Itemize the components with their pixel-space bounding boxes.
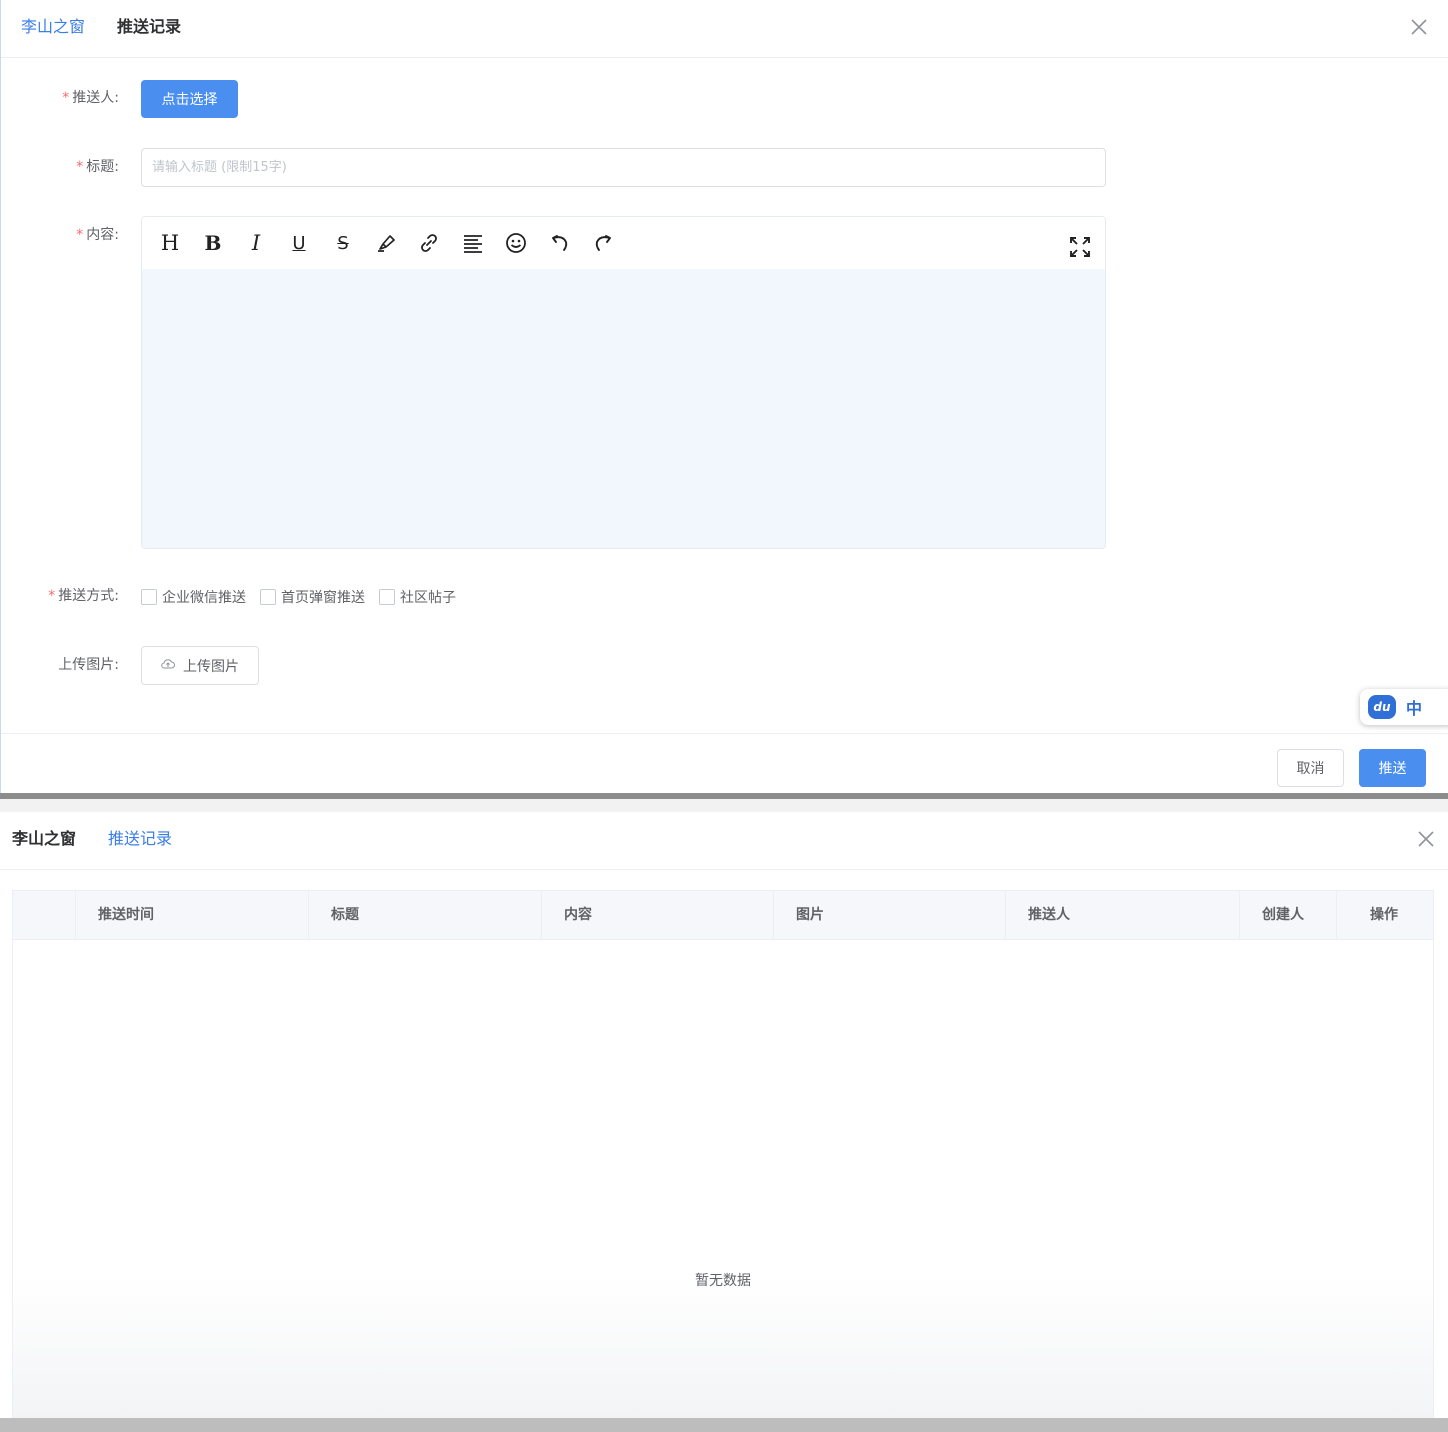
dialog-header: 李山之窗 推送记录 [1,0,1448,58]
content-label-text: 内容: [86,227,119,243]
undo-icon[interactable] [546,229,574,257]
column-header-actions: 操作 [1336,891,1433,939]
checkbox-community-post[interactable]: 社区帖子 [379,587,456,607]
push-button[interactable]: 推送 [1359,749,1426,787]
screenshot-separator [0,793,1448,812]
dialog-header: 李山之窗 推送记录 [0,812,1448,870]
ime-toolbar[interactable]: du 中 [1360,689,1448,725]
cloud-upload-icon [161,658,175,674]
push-form-dialog: 李山之窗 推送记录 *推送人: 点击选择 *标题: *内容: H B I U S [0,0,1448,793]
checkbox-box[interactable] [141,589,157,605]
tab-lishan-window[interactable]: 李山之窗 [21,16,85,38]
heading-icon[interactable]: H [156,229,184,257]
checkbox-label: 社区帖子 [400,590,456,606]
checkbox-box[interactable] [260,589,276,605]
checkbox-wechat-work-push[interactable]: 企业微信推送 [141,587,246,607]
upload-image-button[interactable]: 上传图片 [141,646,259,685]
underline-icon[interactable]: U [285,229,313,257]
redo-icon[interactable] [589,229,617,257]
highlight-pen-icon[interactable] [372,229,400,257]
empty-state-text: 暂无数据 [695,1273,751,1289]
close-icon[interactable] [1408,16,1430,38]
upload-label: 上传图片: [58,657,119,673]
baidu-ime-logo-icon[interactable]: du [1368,695,1396,719]
required-mark: * [48,588,56,604]
table-header: 推送时间 标题 内容 图片 推送人 创建人 操作 [13,891,1433,940]
checkbox-label: 首页弹窗推送 [281,590,365,606]
link-icon[interactable] [415,229,443,257]
required-mark: * [62,90,70,106]
title-label: * 标题: [1,157,119,177]
push-method-checkbox-group: 企业微信推送 首页弹窗推送 社区帖子 [141,586,470,608]
title-input[interactable] [141,148,1106,187]
ime-language-toggle[interactable]: 中 [1406,695,1422,719]
editor-content-area[interactable] [142,269,1105,548]
column-header-select [13,891,75,939]
column-header-title: 标题 [308,891,541,939]
rich-text-editor: H B I U S [141,216,1106,549]
column-header-image: 图片 [773,891,1005,939]
tab-push-records[interactable]: 推送记录 [117,16,181,38]
checkbox-label: 企业微信推送 [162,590,246,606]
checkbox-box[interactable] [379,589,395,605]
table-body: 暂无数据 [13,940,1433,1418]
push-records-table: 推送时间 标题 内容 图片 推送人 创建人 操作 暂无数据 [12,890,1434,1418]
title-label-text: 标题: [86,159,119,175]
column-header-push-time: 推送时间 [75,891,308,939]
column-header-creator: 创建人 [1239,891,1336,939]
bold-icon[interactable]: B [199,229,227,257]
tab-lishan-window[interactable]: 李山之窗 [12,828,76,850]
upload-button-label: 上传图片 [183,658,239,675]
checkbox-homepage-popup-push[interactable]: 首页弹窗推送 [260,587,365,607]
background-strip [0,1418,1448,1432]
tab-push-records[interactable]: 推送记录 [108,828,172,850]
strikethrough-icon[interactable]: S [329,229,357,257]
pusher-label: * 推送人: [1,88,119,108]
column-header-content: 内容 [541,891,773,939]
push-method-label: * 推送方式: [1,586,119,606]
select-pusher-button[interactable]: 点击选择 [141,80,238,118]
content-label: * 内容: [1,225,119,245]
italic-icon[interactable]: I [242,229,270,257]
fullscreen-icon[interactable] [1066,233,1094,261]
emoji-icon[interactable] [502,229,530,257]
pusher-label-text: 推送人: [72,90,119,106]
cancel-button[interactable]: 取消 [1277,749,1344,787]
footer-divider [1,733,1448,734]
close-icon[interactable] [1415,828,1437,850]
required-mark: * [76,159,84,175]
column-header-pusher: 推送人 [1005,891,1239,939]
push-records-dialog: 李山之窗 推送记录 推送时间 标题 内容 图片 推送人 创建人 操作 暂无数据 [0,812,1448,1418]
required-mark: * [76,227,84,243]
align-icon[interactable] [459,229,487,257]
editor-toolbar: H B I U S [142,217,1105,269]
push-method-label-text: 推送方式: [58,588,119,604]
